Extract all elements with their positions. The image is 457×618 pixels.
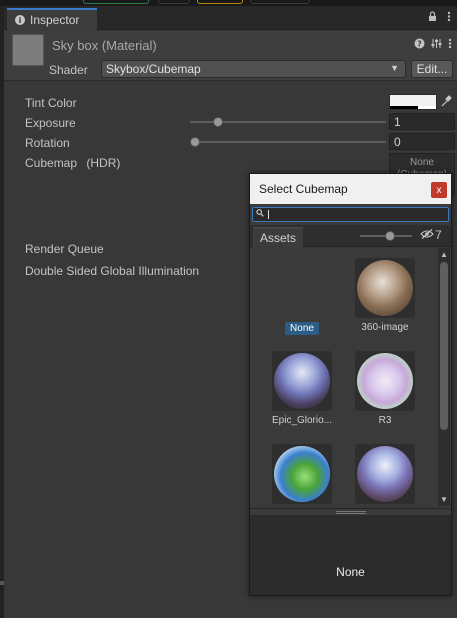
cubemap-thumbnail: [355, 351, 415, 411]
exposure-label: Exposure: [25, 116, 76, 130]
hidden-count: 7: [435, 228, 442, 242]
cubemap-thumbnail: [272, 444, 332, 504]
empty-thumbnail: [272, 258, 332, 318]
rotation-label: Rotation: [25, 136, 70, 150]
preset-settings-icon[interactable]: [431, 38, 442, 52]
preview-area: None: [250, 515, 451, 595]
preview-splitter[interactable]: [250, 508, 451, 515]
asset-item[interactable]: [345, 444, 425, 508]
cubemap-hdr-tag: (HDR): [86, 156, 121, 170]
asset-item[interactable]: R3: [345, 351, 425, 426]
sphere-preview-360-image: [357, 260, 413, 316]
material-title: Sky box (Material): [52, 38, 157, 53]
dock-edge-marker: [0, 581, 4, 585]
scroll-down-icon[interactable]: ▼: [440, 495, 448, 504]
shader-label: Shader: [49, 63, 88, 77]
toolbar-warning-indicator[interactable]: [197, 0, 243, 4]
thumbnail-size-slider-knob[interactable]: [385, 231, 395, 241]
tab-assets[interactable]: Assets: [253, 227, 303, 247]
rotation-slider-knob[interactable]: [190, 137, 200, 147]
asset-label: 360-image: [361, 322, 409, 333]
scrollbar-thumb[interactable]: [440, 262, 448, 430]
alpha-bar: [390, 106, 418, 109]
shader-dropdown[interactable]: Skybox/Cubemap ▼: [101, 60, 406, 78]
dropdown-arrow-icon: ▼: [390, 63, 399, 73]
scroll-up-icon[interactable]: ▲: [440, 250, 448, 259]
help-icon[interactable]: ?: [414, 38, 425, 52]
cubemap-field-value: None: [410, 157, 434, 168]
more-options-icon[interactable]: [448, 38, 452, 52]
popup-title-bar[interactable]: Select Cubemap x: [250, 174, 451, 204]
sphere-preview-landscape: [274, 446, 330, 502]
edit-shader-button[interactable]: Edit...: [411, 60, 453, 78]
render-queue-label: Render Queue: [25, 242, 104, 256]
tint-color-field[interactable]: [389, 94, 437, 110]
eye-slash-icon: [420, 228, 434, 242]
assets-toolbar: Assets 7: [250, 225, 451, 247]
asset-grid: None 360-image Epic_Glorio... R3: [250, 248, 436, 508]
more-options-icon[interactable]: [447, 11, 451, 25]
hidden-packages-toggle[interactable]: 7: [420, 228, 442, 242]
asset-item[interactable]: 360-image: [345, 258, 425, 333]
eyedropper-icon[interactable]: [440, 94, 454, 110]
shader-value: Skybox/Cubemap: [106, 62, 201, 76]
asset-item-none[interactable]: None: [262, 258, 342, 335]
text-caret: [268, 210, 269, 219]
inspector-tab-bar: i Inspector: [4, 6, 457, 30]
lock-icon[interactable]: [428, 11, 437, 25]
popup-title: Select Cubemap: [259, 182, 348, 196]
cubemap-label: Cubemap (HDR): [25, 156, 120, 170]
toolbar-button[interactable]: [250, 0, 310, 4]
tab-title: Inspector: [30, 13, 80, 27]
tint-color-label: Tint Color: [25, 96, 77, 110]
alpha-bar-remainder: [418, 106, 436, 109]
double-sided-gi-label: Double Sided Global Illumination: [25, 264, 200, 278]
info-icon: i: [15, 15, 25, 25]
cubemap-thumbnail: [355, 258, 415, 318]
cubemap-thumbnail: [272, 351, 332, 411]
asset-label: None: [285, 322, 319, 335]
sphere-preview-epic-glorious: [274, 353, 330, 409]
select-cubemap-window: Select Cubemap x Assets 7 None 360-image…: [249, 173, 452, 596]
toolbar-button[interactable]: [158, 0, 190, 4]
sphere-preview-r3: [357, 353, 413, 409]
rotation-slider-track[interactable]: [190, 141, 386, 143]
header-actions: ?: [414, 38, 452, 52]
preview-asset-name: None: [336, 565, 365, 579]
toolbar-play-indicator[interactable]: [83, 0, 149, 4]
tab-inspector[interactable]: i Inspector: [7, 8, 97, 30]
sphere-preview-sky: [357, 446, 413, 502]
material-preview-thumbnail: [12, 34, 44, 66]
search-icon: [256, 208, 264, 220]
asset-item[interactable]: Epic_Glorio...: [262, 351, 342, 426]
cubemap-thumbnail: [355, 444, 415, 504]
asset-label: Epic_Glorio...: [271, 415, 333, 426]
tab-actions: [428, 11, 451, 25]
exposure-slider-knob[interactable]: [213, 117, 223, 127]
svg-text:?: ?: [417, 40, 422, 49]
close-button[interactable]: x: [431, 182, 447, 198]
search-input[interactable]: [267, 208, 447, 221]
asset-item[interactable]: [262, 444, 342, 508]
search-field[interactable]: [252, 207, 449, 222]
material-header: Sky box (Material) ? Shader Skybox/Cubem…: [4, 31, 457, 81]
rotation-input[interactable]: 0: [389, 133, 455, 150]
cubemap-label-text: Cubemap: [25, 156, 78, 170]
asset-label: R3: [378, 415, 392, 426]
exposure-input[interactable]: 1: [389, 113, 455, 130]
asset-grid-scrollbar[interactable]: ▲ ▼: [438, 248, 450, 506]
splitter-grip-icon: [336, 511, 366, 514]
